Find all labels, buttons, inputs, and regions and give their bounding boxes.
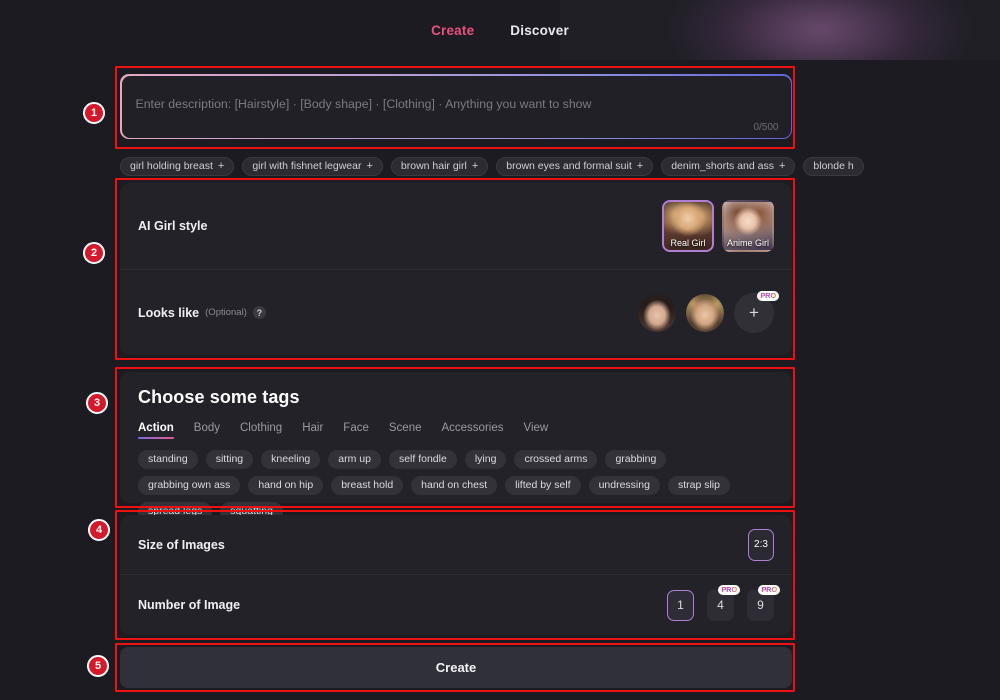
choose-tags-title: Choose some tags — [138, 387, 300, 407]
app-header: Create Discover — [0, 0, 1000, 60]
tag-chip[interactable]: arm up — [328, 450, 381, 469]
suggestion-chip-label: blonde h — [813, 160, 854, 172]
number-option-label: 4 — [717, 598, 724, 612]
nav-tab-discover[interactable]: Discover — [510, 23, 569, 38]
number-option-9[interactable]: 9 PRO — [747, 584, 780, 621]
annotation-marker-2: 2 — [83, 242, 105, 264]
size-option-2-3[interactable]: 2:3 — [748, 528, 774, 561]
nav-tab-create[interactable]: Create — [431, 23, 474, 38]
tag-chip[interactable]: grabbing own ass — [138, 476, 241, 495]
tag-chip[interactable]: lying — [464, 450, 507, 469]
looks-like-label: Looks like — [138, 305, 200, 320]
tag-chip[interactable]: undressing — [588, 476, 660, 495]
number-of-image-label: Number of Image — [138, 598, 241, 612]
annotation-marker-4: 4 — [88, 519, 110, 541]
suggestion-chip-row: girl holding breast + girl with fishnet … — [120, 156, 1000, 176]
suggestion-chip[interactable]: blonde h — [803, 156, 864, 176]
plus-icon: + — [471, 159, 479, 172]
suggestion-chip[interactable]: girl with fishnet legwear + — [242, 156, 383, 176]
image-settings-panel: Size of Images 2:3 Number of Image 1 4 P… — [120, 515, 792, 635]
plus-icon: + — [749, 302, 759, 322]
suggestion-chip-label: brown hair girl — [400, 160, 467, 172]
number-option-label: 1 — [677, 598, 684, 612]
tab-scene[interactable]: Scene — [389, 422, 422, 439]
style-option-real-girl[interactable]: Real Girl — [662, 200, 714, 252]
number-option-label: 9 — [757, 598, 764, 612]
tag-chip[interactable]: kneeling — [261, 450, 321, 469]
tab-body[interactable]: Body — [194, 422, 220, 439]
prompt-textarea[interactable]: Enter description: [Hairstyle] · [Body s… — [121, 75, 791, 138]
add-face-button[interactable]: + PRO — [734, 290, 779, 333]
suggestion-chip[interactable]: girl holding breast + — [120, 156, 235, 176]
plus-icon: + — [636, 159, 644, 172]
tag-category-tabs: Action Body Clothing Hair Face Scene Acc… — [138, 422, 774, 439]
style-option-label: Anime Girl — [726, 238, 769, 248]
pro-badge: PRO — [718, 584, 740, 595]
annotation-marker-1: 1 — [83, 102, 105, 124]
suggestion-chip-label: brown eyes and formal suit — [506, 160, 632, 172]
plus-icon: + — [217, 159, 225, 172]
prompt-placeholder: Enter description: [Hairstyle] · [Body s… — [135, 96, 592, 111]
suggestion-chip[interactable]: brown eyes and formal suit + — [496, 156, 654, 176]
tag-chip[interactable]: sitting — [205, 450, 254, 469]
tag-chip[interactable]: strap slip — [667, 476, 730, 495]
looks-like-avatar-group: + PRO — [638, 290, 779, 333]
tab-action[interactable]: Action — [138, 422, 174, 439]
tag-chip[interactable]: hand on chest — [411, 476, 498, 495]
style-option-anime-girl[interactable]: Anime Girl — [722, 200, 774, 252]
suggestion-chip[interactable]: denim_shorts and ass + — [661, 156, 796, 176]
prompt-character-counter: 0/500 — [753, 121, 779, 133]
number-option-4[interactable]: 4 PRO — [707, 584, 740, 621]
tag-chip[interactable]: hand on hip — [248, 476, 324, 495]
ai-girl-style-label: AI Girl style — [138, 219, 208, 233]
tag-chip[interactable]: standing — [138, 450, 198, 469]
prompt-textarea-container[interactable]: Enter description: [Hairstyle] · [Body s… — [120, 74, 792, 139]
plus-icon: + — [366, 159, 373, 172]
tag-chip[interactable]: grabbing — [605, 450, 667, 469]
number-of-image-row: Number of Image 1 4 PRO 9 PRO — [120, 575, 792, 635]
question-mark-icon[interactable]: ? — [252, 306, 266, 319]
number-option-1[interactable]: 1 — [667, 589, 694, 621]
create-button[interactable]: Create — [120, 647, 792, 688]
size-of-images-row: Size of Images 2:3 — [120, 515, 792, 574]
avatar[interactable] — [638, 293, 676, 332]
looks-like-row: Looks like (Optional) ? + PRO — [120, 270, 792, 355]
annotation-marker-3: 3 — [86, 392, 108, 414]
tag-chip[interactable]: lifted by self — [505, 476, 581, 495]
tag-chip[interactable]: crossed arms — [514, 450, 598, 469]
tab-face[interactable]: Face — [343, 422, 369, 439]
size-option-label: 2:3 — [754, 539, 768, 550]
pro-badge: PRO — [757, 290, 779, 301]
suggestion-chip-label: girl with fishnet legwear — [252, 160, 362, 172]
tag-chip[interactable]: self fondle — [388, 450, 457, 469]
choose-tags-panel: Choose some tags Action Body Clothing Ha… — [120, 372, 792, 521]
plus-icon: + — [778, 159, 786, 172]
style-option-label: Real Girl — [670, 238, 706, 248]
pro-badge: PRO — [758, 584, 780, 595]
tag-chip-list: standing sitting kneeling arm up self fo… — [138, 450, 774, 521]
tag-chip[interactable]: breast hold — [331, 476, 404, 495]
looks-like-optional-note: (Optional) — [205, 307, 247, 318]
suggestion-chip-label: denim_shorts and ass — [671, 160, 774, 172]
ai-girl-style-row: AI Girl style Real Girl Anime Girl — [120, 183, 792, 269]
style-option-group: Real Girl Anime Girl — [662, 200, 774, 252]
annotation-marker-5: 5 — [87, 655, 109, 677]
ai-girl-style-panel: AI Girl style Real Girl Anime Girl Looks… — [120, 183, 792, 355]
looks-like-label-group: Looks like (Optional) ? — [138, 306, 266, 320]
tab-accessories[interactable]: Accessories — [441, 422, 503, 439]
avatar[interactable] — [686, 293, 724, 332]
tab-clothing[interactable]: Clothing — [240, 422, 282, 439]
tab-view[interactable]: View — [523, 422, 548, 439]
suggestion-chip[interactable]: brown hair girl + — [390, 156, 489, 176]
top-navigation: Create Discover — [0, 0, 1000, 60]
tab-hair[interactable]: Hair — [302, 422, 323, 439]
suggestion-chip-label: girl holding breast — [130, 160, 213, 172]
number-option-group: 1 4 PRO 9 PRO — [667, 584, 780, 621]
size-of-images-label: Size of Images — [138, 537, 225, 552]
